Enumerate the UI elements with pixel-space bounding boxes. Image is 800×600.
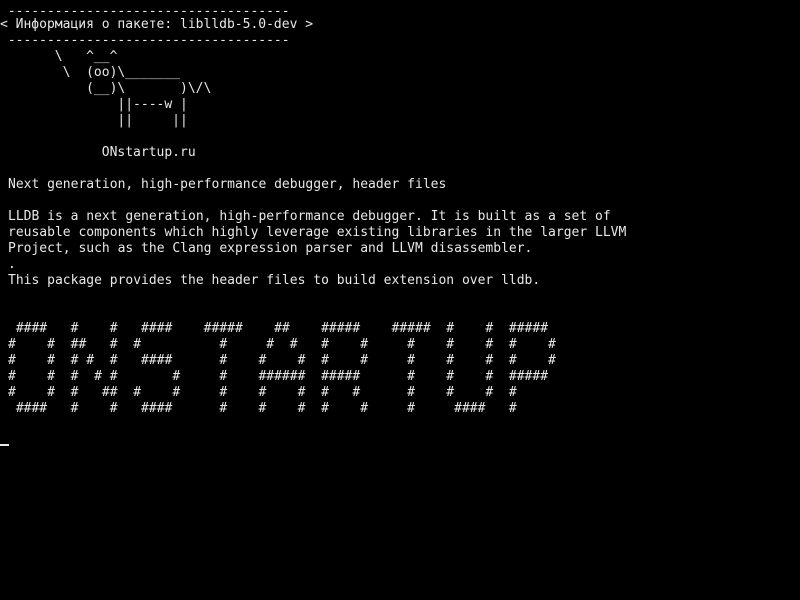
cow-ascii-line-2: \ (oo)\_______ (0, 65, 181, 80)
site-label: ONstartup.ru (0, 145, 196, 160)
banner-line: # # # # # #### # # # # # # # # # # (8, 353, 556, 368)
package-summary: Next generation, high-performance debugg… (8, 177, 447, 192)
banner-line: #### # # #### ##### ## ##### ##### # # #… (8, 321, 549, 336)
cow-ascii-line-3: (__)\ )\/\ (0, 81, 212, 96)
description-line: Project, such as the Clang expression pa… (8, 241, 533, 256)
banner-line: # # # # # # # ###### ##### # # # ##### (8, 369, 549, 384)
cowsay-bubble-bottom: ------------------------------------ (0, 33, 290, 48)
cow-ascii-line-5: || || (0, 113, 188, 128)
terminal-screen: ------------------------------------ < И… (0, 0, 800, 600)
text-cursor[interactable] (0, 444, 9, 446)
description-line: LLDB is a next generation, high-performa… (8, 209, 611, 224)
banner-line: # # # ## # # # # # # # # # # # (8, 385, 517, 400)
description-line: reusable components which highly leverag… (8, 225, 627, 240)
banner-line: #### # # #### # # # # # # #### # (8, 401, 517, 416)
description-line: . (8, 257, 16, 272)
description-line: This package provides the header files t… (8, 273, 541, 288)
cow-ascii-line-1: \ ^__^ (0, 49, 118, 64)
cowsay-bubble-text: < Информация о пакете: liblldb-5.0-dev > (0, 17, 314, 32)
banner-line: # # ## # # # # # # # # # # # # (8, 337, 556, 352)
cow-ascii-line-4: ||----w | (0, 97, 188, 112)
